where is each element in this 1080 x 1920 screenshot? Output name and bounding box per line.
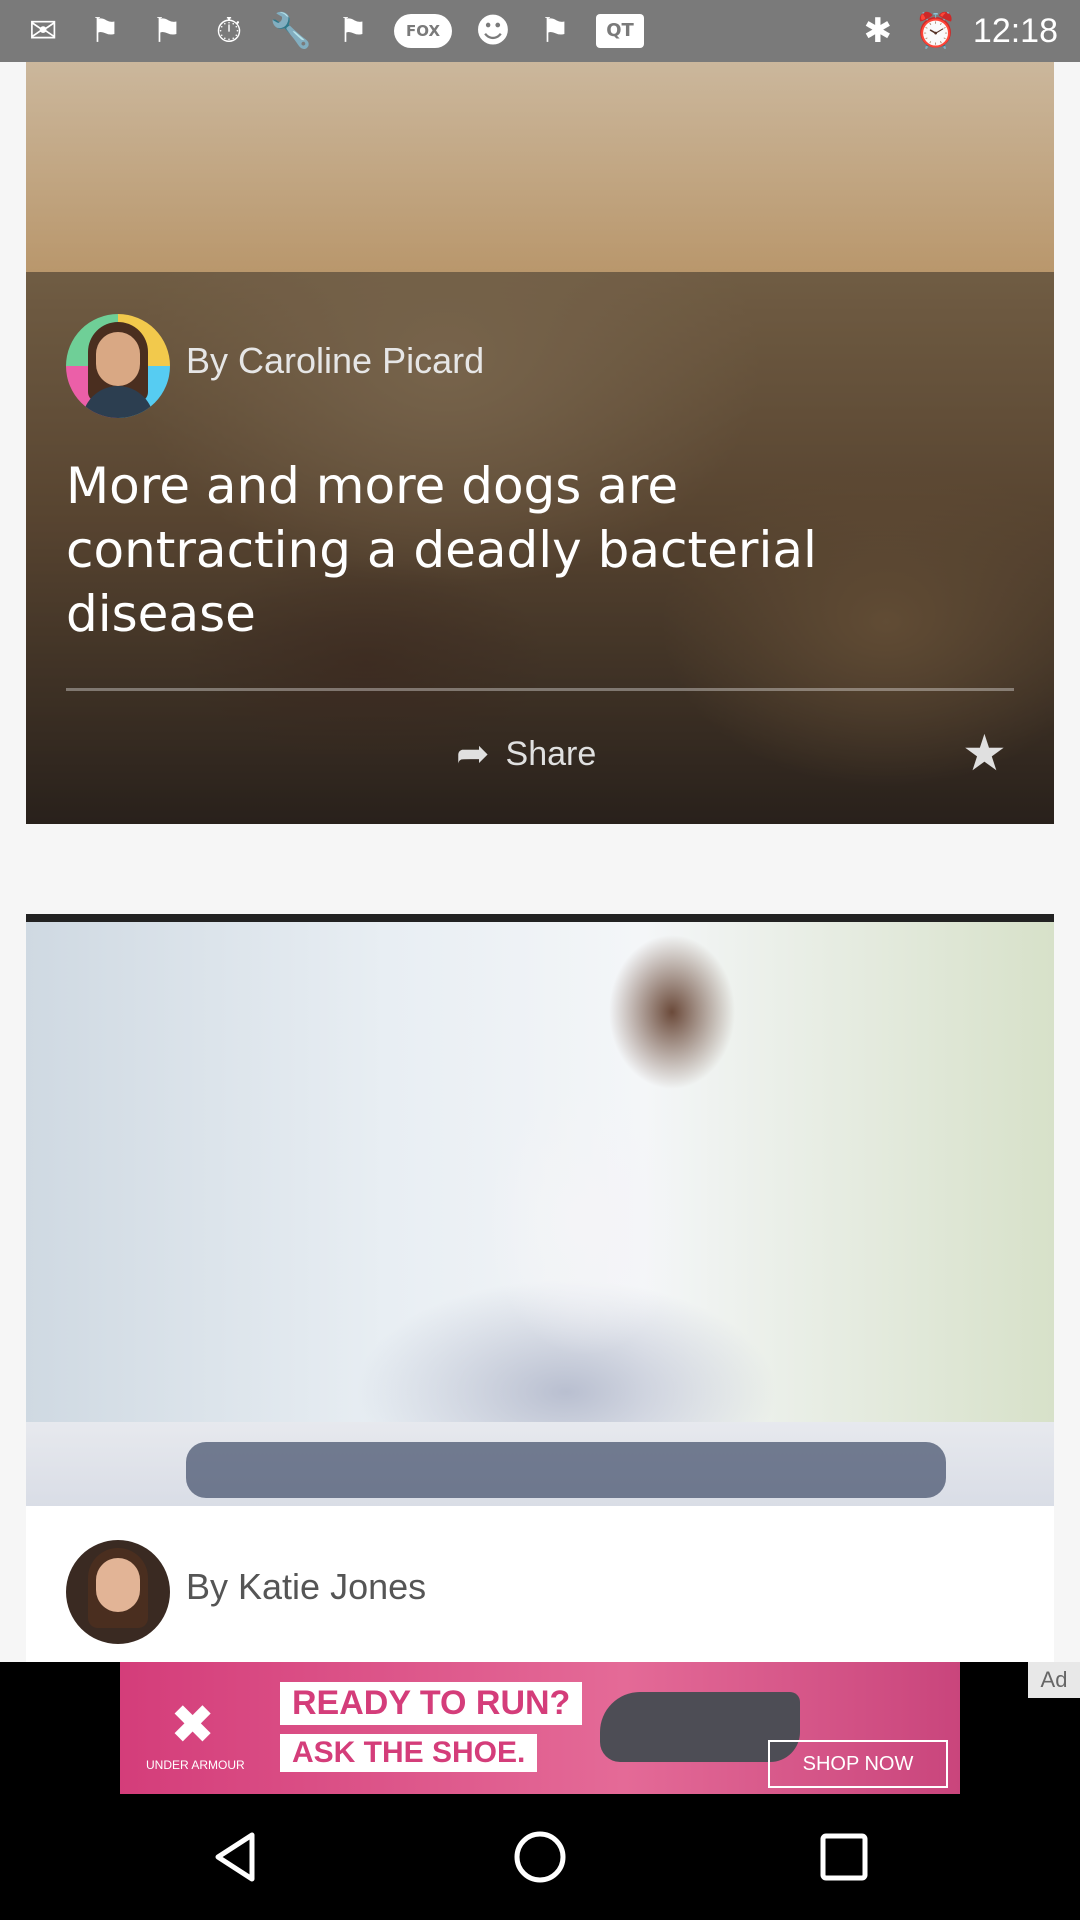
recents-icon[interactable] xyxy=(814,1827,874,1887)
alarm-icon: ⏰ xyxy=(914,11,958,51)
avatar-face xyxy=(96,332,140,386)
ad-brand: UNDER ARMOUR xyxy=(146,1758,245,1772)
article-image xyxy=(26,922,1054,1506)
wrench-icon: 🔧 xyxy=(269,11,313,51)
fox-sports-icon: FOX xyxy=(394,14,452,48)
notification-icons: ✉ ⚑ ⚑ ⏱ 🔧 ⚑ FOX ☻ ⚑ QT xyxy=(22,10,644,52)
ad-creative[interactable]: ✖ UNDER ARMOUR READY TO RUN? ASK THE SHO… xyxy=(120,1662,960,1794)
flipboard-icon: ⚑ xyxy=(337,11,369,51)
home-icon[interactable] xyxy=(510,1827,570,1887)
divider xyxy=(66,688,1014,691)
author-name[interactable]: By Katie Jones xyxy=(186,1566,426,1608)
share-label: Share xyxy=(505,734,597,773)
article-card-dogs[interactable]: By Caroline Picard More and more dogs ar… xyxy=(26,62,1054,824)
card-top-border xyxy=(26,914,1054,922)
article-image xyxy=(26,62,1054,272)
article-card-yoga[interactable]: By Katie Jones xyxy=(26,914,1054,1662)
flipboard-icon: ⚑ xyxy=(539,11,571,51)
article-headline[interactable]: More and more dogs are contracting a dea… xyxy=(66,454,966,646)
avatar-face xyxy=(96,1558,140,1612)
shop-now-button[interactable]: SHOP NOW xyxy=(768,1740,948,1788)
status-bar: ✉ ⚑ ⚑ ⏱ 🔧 ⚑ FOX ☻ ⚑ QT ✱ ⏰ 12:18 xyxy=(0,0,1080,62)
chat-icon: ✉ xyxy=(28,11,58,51)
bluetooth-icon: ✱ xyxy=(863,11,893,51)
author-avatar[interactable] xyxy=(66,314,170,418)
flipboard-icon: ⚑ xyxy=(89,11,121,51)
smiley-icon: ☻ xyxy=(475,11,511,51)
back-icon[interactable] xyxy=(206,1827,266,1887)
stopwatch-icon: ⏱ xyxy=(215,11,243,51)
ad-headline: READY TO RUN? xyxy=(280,1682,583,1725)
author-avatar[interactable] xyxy=(66,1540,170,1644)
share-button[interactable]: ➦ Share xyxy=(456,734,596,774)
favorite-star-icon[interactable]: ★ xyxy=(962,726,1007,780)
yoga-mat xyxy=(186,1442,946,1498)
ad-banner[interactable]: ✖ UNDER ARMOUR READY TO RUN? ASK THE SHO… xyxy=(0,1662,1080,1794)
clock: 12:18 xyxy=(972,12,1058,50)
qt-icon: QT xyxy=(596,14,644,48)
ad-label[interactable]: Ad xyxy=(1028,1662,1080,1698)
under-armour-logo-icon: ✖ xyxy=(170,1693,216,1756)
navigation-bar xyxy=(0,1794,1080,1920)
flipboard-icon: ⚑ xyxy=(151,11,183,51)
ad-subheadline: ASK THE SHOE. xyxy=(280,1734,538,1772)
author-name[interactable]: By Caroline Picard xyxy=(186,340,484,382)
share-arrow-icon: ➦ xyxy=(456,732,490,776)
system-icons: ✱ ⏰ 12:18 xyxy=(857,10,1058,52)
